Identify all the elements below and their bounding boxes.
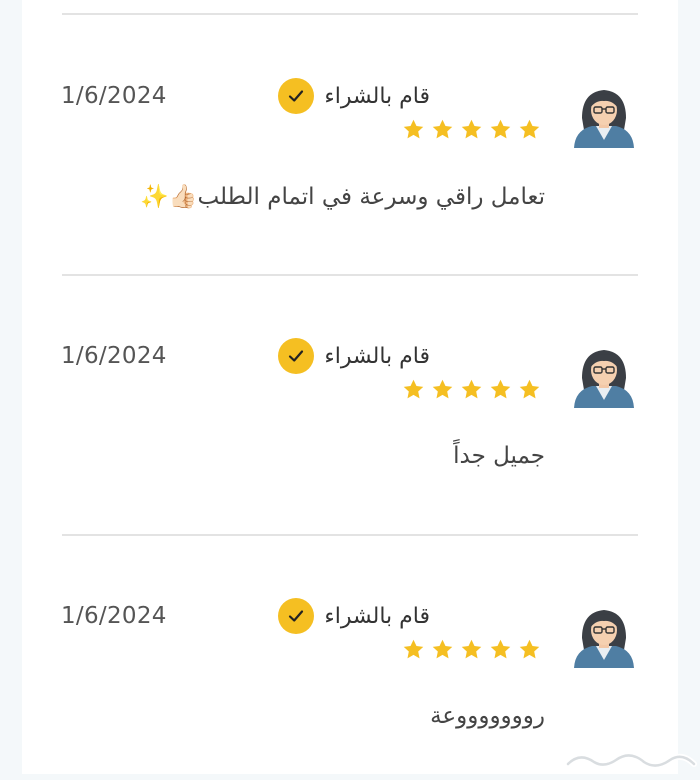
star-rating: [402, 378, 541, 401]
star-rating: [402, 118, 541, 141]
star-icon: [432, 639, 453, 659]
checkmark-icon: [278, 78, 315, 114]
review-comment: جميل جداً: [453, 443, 545, 469]
review-item: 1/6/2024 قام بالشراء جميل جداً: [0, 260, 700, 520]
review-item: 1/6/2024 قام بالشراء روووووووعة: [0, 520, 700, 780]
user-avatar-icon: [574, 610, 634, 668]
star-icon: [490, 379, 511, 399]
star-icon: [403, 639, 424, 659]
user-avatar-icon: [574, 90, 634, 148]
checkmark-icon: [278, 598, 315, 634]
star-rating: [402, 638, 541, 661]
checkmark-icon: [278, 338, 315, 374]
star-icon: [519, 639, 540, 659]
watermark-logo: [565, 752, 697, 769]
review-date: 1/6/2024: [61, 343, 167, 369]
purchased-badge: قام بالشراء: [278, 78, 430, 114]
star-icon: [432, 379, 453, 399]
star-icon: [490, 639, 511, 659]
review-comment: روووووووعة: [430, 703, 545, 729]
star-icon: [403, 119, 424, 139]
purchased-label: قام بالشراء: [324, 603, 430, 629]
review-date: 1/6/2024: [61, 83, 167, 109]
review-date: 1/6/2024: [61, 603, 167, 629]
star-icon: [432, 119, 453, 139]
purchased-badge: قام بالشراء: [278, 338, 430, 374]
purchased-label: قام بالشراء: [324, 343, 430, 369]
star-icon: [519, 119, 540, 139]
star-icon: [461, 639, 482, 659]
star-icon: [490, 119, 511, 139]
star-icon: [403, 379, 424, 399]
purchased-badge: قام بالشراء: [278, 598, 430, 634]
review-item: 1/6/2024 قام بالشراء تعامل راقي وسرعة في…: [0, 0, 700, 260]
star-icon: [461, 119, 482, 139]
star-icon: [519, 379, 540, 399]
user-avatar-icon: [574, 350, 634, 408]
star-icon: [461, 379, 482, 399]
review-comment: تعامل راقي وسرعة في اتمام الطلب👍🏻✨: [140, 184, 545, 210]
purchased-label: قام بالشراء: [324, 83, 430, 109]
